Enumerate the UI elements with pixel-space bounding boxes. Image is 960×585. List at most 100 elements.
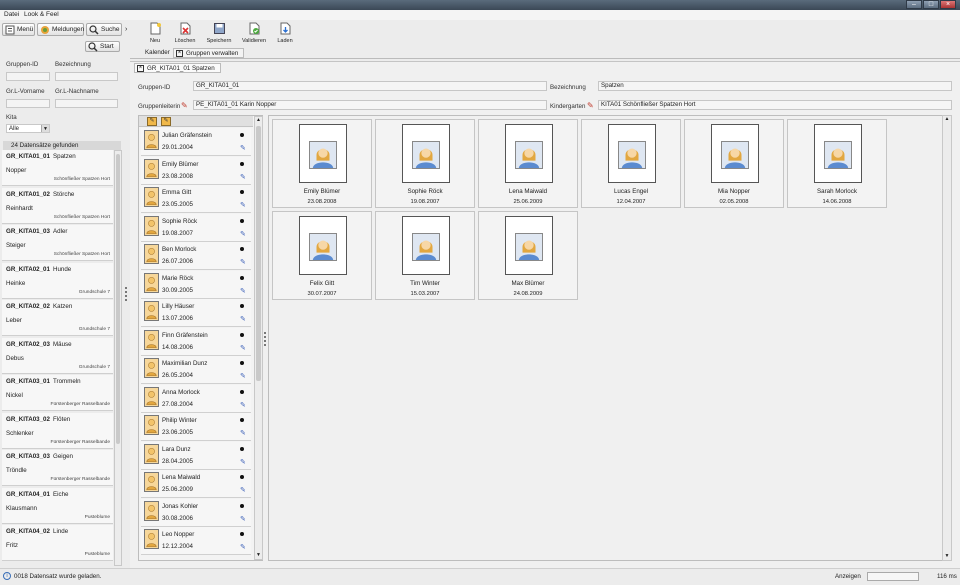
menu-look-and-feel[interactable]: Look & Feel (24, 11, 59, 18)
member-card[interactable]: Felix Gitt 30.07.2007 (272, 211, 372, 300)
scroll-up-icon[interactable]: ▲ (943, 116, 951, 123)
chevron-right-icon[interactable]: › (125, 26, 127, 33)
list-item[interactable]: GR_KITA02_01 Hunde Heinke Grundschule 7 (2, 262, 113, 299)
pencil-icon[interactable]: ✎ (240, 486, 246, 494)
leiterin-field[interactable]: PE_KITA01_01 Karin Nopper (193, 100, 547, 110)
timing-label: 116 ms (937, 573, 957, 580)
list-item[interactable]: GR_KITA03_01 Trommeln Nickel Fürstenberger … (2, 375, 113, 411)
tab-kalender[interactable]: Kalender (140, 48, 175, 58)
bezeichnung-field[interactable]: Spatzen (598, 81, 952, 91)
add-child-icon[interactable]: ✎ (161, 117, 171, 126)
table-row[interactable]: Lara Dunz 28.04.2005 ✎ (141, 441, 251, 470)
pencil-icon[interactable]: ✎ (240, 201, 246, 209)
table-row[interactable]: Jonas Kohler 30.08.2006 ✎ (141, 498, 251, 527)
list-item[interactable]: GR_KITA01_01 Spatzen Nopper Schönfließer Sp… (2, 150, 113, 186)
tab-gruppen-verwalten[interactable]: × Gruppen verwalten (173, 48, 245, 58)
member-card[interactable]: Lena Maiwald 25.06.2009 (478, 119, 578, 208)
gruppen-id-input[interactable] (6, 72, 50, 81)
neu-button[interactable]: Neu (138, 22, 172, 44)
member-card[interactable]: Lucas Engel 12.04.2007 (581, 119, 681, 208)
meldungen-button[interactable]: Meldungen (37, 23, 84, 36)
children-list-scrollbar[interactable]: ▲ ▼ (254, 116, 263, 560)
list-item[interactable]: GR_KITA01_03 Adler Steiger Schönfließer Spa… (2, 225, 113, 261)
vorname-input[interactable] (6, 99, 50, 108)
splitter-handle[interactable] (125, 287, 128, 301)
tab-document[interactable]: × GR_KITA01_01 Spatzen (134, 63, 221, 73)
group-id: GR_KITA03_02 (6, 415, 50, 423)
nachname-input[interactable] (55, 99, 118, 108)
list-item[interactable]: GR_KITA04_01 Eiche Klausmann Pusteblume (2, 487, 113, 524)
splitter-handle[interactable] (264, 332, 267, 346)
bezeichnung-input[interactable] (55, 72, 118, 81)
scroll-down-icon[interactable]: ▼ (255, 552, 262, 559)
close-window-button[interactable]: × (940, 0, 956, 9)
start-search-button[interactable]: Start (85, 41, 120, 52)
scroll-down-icon[interactable]: ▼ (943, 553, 951, 560)
maximize-button[interactable]: □ (923, 0, 939, 9)
table-row[interactable]: Anna Morlock 27.08.2004 ✎ (141, 384, 251, 413)
table-row[interactable]: Julian Gräfenstein 29.01.2004 ✎ (141, 128, 251, 156)
table-row[interactable]: Leo Nopper 12.12.2004 ✎ (141, 527, 251, 555)
close-tab-icon[interactable]: × (137, 65, 144, 72)
group-leader: Reinhardt (6, 204, 33, 212)
list-item[interactable]: GR_KITA01_02 Störche Reinhardt Schönfließer… (2, 187, 113, 224)
list-item[interactable]: GR_KITA04_02 Linde Fritz Pusteblume (2, 525, 113, 561)
pencil-icon[interactable]: ✎ (240, 458, 246, 466)
validieren-button[interactable]: Validieren (237, 22, 271, 44)
speichern-button[interactable]: Speichern (202, 22, 236, 44)
table-row[interactable]: Emily Blümer 23.08.2008 ✎ (141, 156, 251, 185)
group-name: Störche (53, 190, 75, 198)
pencil-icon[interactable]: ✎ (240, 372, 246, 380)
pencil-icon[interactable]: ✎ (240, 173, 246, 181)
list-item[interactable]: GR_KITA02_03 Mäuse Debus Grundschule 7 (2, 337, 113, 374)
table-row[interactable]: Sophie Röck 19.08.2007 ✎ (141, 213, 251, 242)
loeschen-button[interactable]: Löschen (168, 22, 202, 44)
list-item[interactable]: GR_KITA03_03 Geigen Tröndle Fürstenberger R… (2, 450, 113, 486)
child-name: Lilly Häuser (162, 303, 195, 310)
kita-select[interactable]: Alle ▼ (6, 124, 50, 133)
menu-datei[interactable]: Datei (4, 11, 19, 18)
table-row[interactable]: Marie Röck 30.09.2005 ✎ (141, 270, 251, 299)
pencil-icon[interactable]: ✎ (240, 344, 246, 352)
pencil-icon[interactable]: ✎ (240, 315, 246, 323)
minimize-button[interactable]: – (906, 0, 922, 9)
table-row[interactable]: Finn Gräfenstein 14.08.2006 ✎ (141, 327, 251, 356)
pencil-icon[interactable]: ✎ (240, 144, 246, 152)
menu-button[interactable]: Menü (2, 23, 35, 36)
scroll-up-icon[interactable]: ▲ (255, 117, 262, 124)
table-row[interactable]: Ben Morlock 26.07.2006 ✎ (141, 242, 251, 270)
table-row[interactable]: Lena Maiwald 25.06.2009 ✎ (141, 470, 251, 498)
group-id: GR_KITA04_01 (6, 490, 50, 498)
table-row[interactable]: Maximilian Dunz 26.05.2004 ✎ (141, 356, 251, 384)
member-card[interactable]: Sarah Morlock 14.06.2008 (787, 119, 887, 208)
pencil-icon[interactable]: ✎ (587, 101, 594, 110)
avatar (144, 272, 159, 293)
member-birthdate: 23.08.2008 (307, 199, 337, 205)
pencil-icon[interactable]: ✎ (240, 429, 246, 437)
pencil-icon[interactable]: ✎ (181, 101, 188, 110)
group-list-scrollbar[interactable] (114, 150, 122, 566)
member-card[interactable]: Tim Winter 15.03.2007 (375, 211, 475, 300)
kindergarten-field[interactable]: KITA01 Schönfließer Spatzen Hort (598, 100, 952, 110)
pencil-icon[interactable]: ✎ (240, 543, 246, 551)
pencil-icon[interactable]: ✎ (240, 287, 246, 295)
pencil-icon[interactable]: ✎ (240, 401, 246, 409)
table-row[interactable]: Emma Gitt 23.05.2005 ✎ (141, 185, 251, 213)
pencil-icon[interactable]: ✎ (240, 258, 246, 266)
laden-button[interactable]: Laden (268, 22, 302, 44)
suche-button[interactable]: Suche (86, 23, 122, 36)
list-item[interactable]: GR_KITA03_02 Flöten Schlenker Fürstenberger… (2, 412, 113, 449)
member-card[interactable]: Max Blümer 24.08.2009 (478, 211, 578, 300)
gruppen-id-field[interactable]: GR_KITA01_01 (193, 81, 547, 91)
members-scrollbar[interactable]: ▲ ▼ (942, 115, 952, 561)
pencil-icon[interactable]: ✎ (240, 515, 246, 523)
list-item[interactable]: GR_KITA02_02 Katzen Leber Grundschule 7 (2, 300, 113, 336)
member-card[interactable]: Emily Blümer 23.08.2008 (272, 119, 372, 208)
table-row[interactable]: Philip Winter 23.06.2005 ✎ (141, 413, 251, 441)
table-row[interactable]: Lilly Häuser 13.07.2006 ✎ (141, 299, 251, 327)
member-card[interactable]: Sophie Röck 19.08.2007 (375, 119, 475, 208)
close-tab-icon[interactable]: × (176, 50, 183, 57)
member-card[interactable]: Mia Nopper 02.05.2008 (684, 119, 784, 208)
edit-icon[interactable]: ✎ (147, 117, 157, 126)
pencil-icon[interactable]: ✎ (240, 230, 246, 238)
